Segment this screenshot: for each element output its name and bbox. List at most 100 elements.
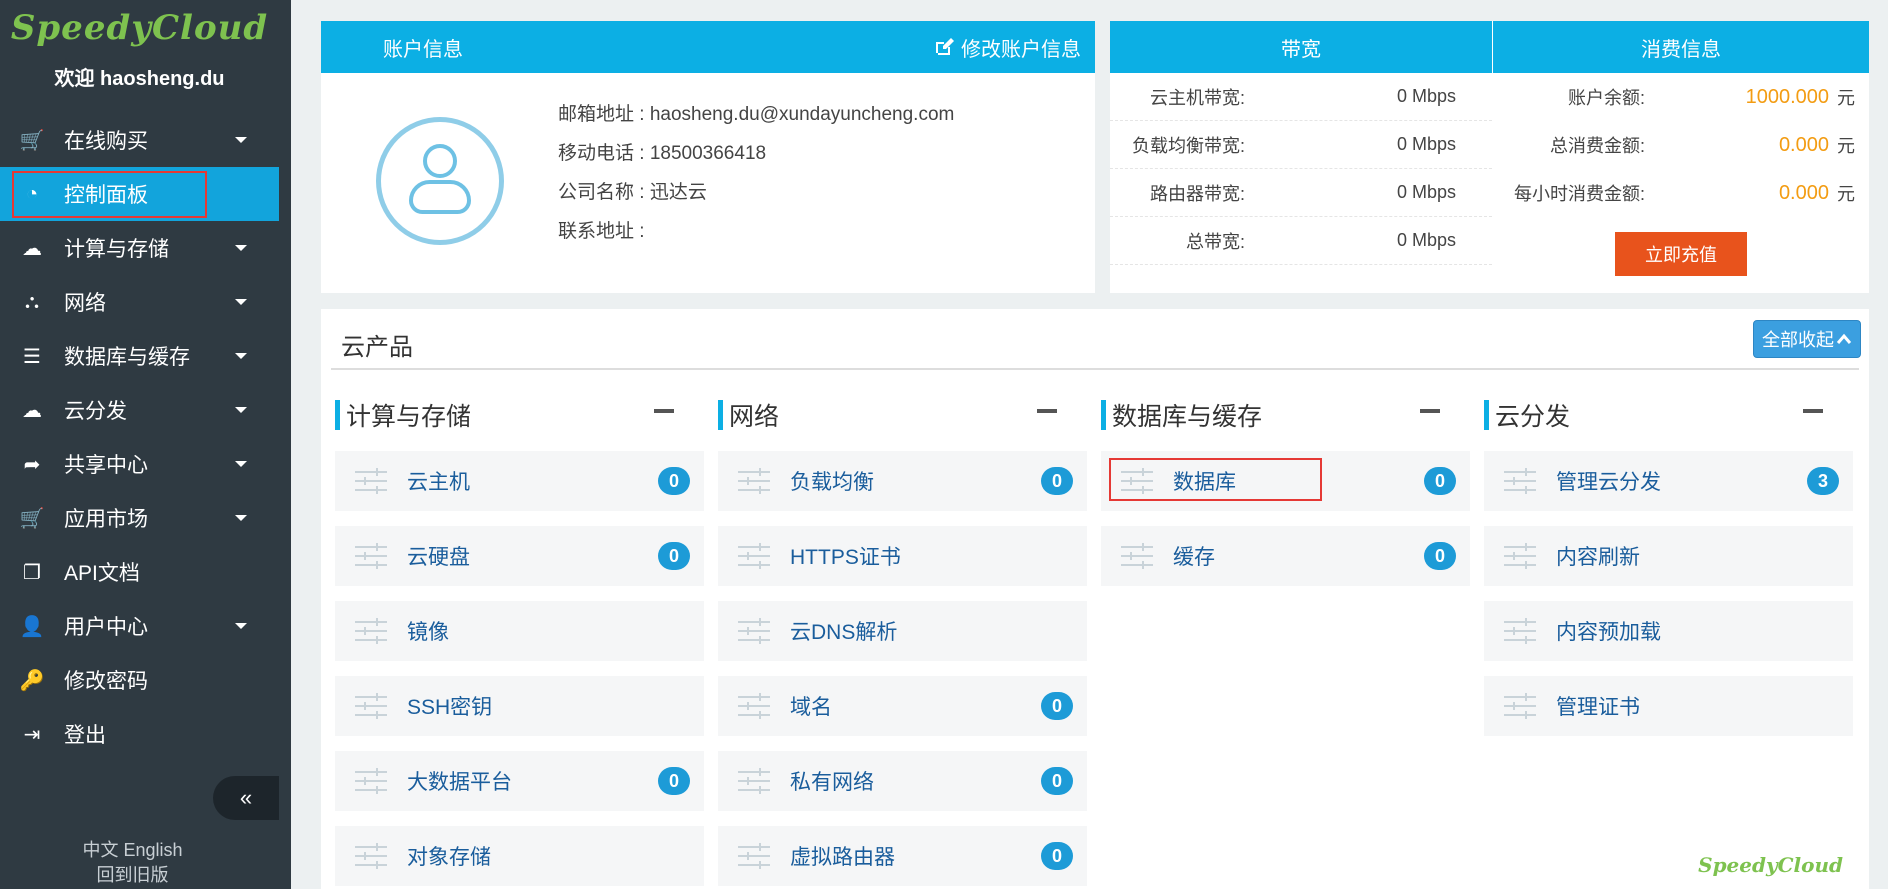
language-switch[interactable]: 中文 English	[0, 836, 265, 862]
sidebar-item-7[interactable]: 🛒 应用市场	[0, 491, 279, 545]
sliders-icon	[718, 467, 790, 495]
product-item[interactable]: 镜像	[335, 601, 704, 661]
account-info-panel: 账户信息 修改账户信息 邮箱地址 : haosheng.du@xundayunc…	[321, 21, 1095, 293]
product-item[interactable]: HTTPS证书	[718, 526, 1087, 586]
count-badge: 0	[1041, 767, 1073, 795]
billing-header: 消费信息	[1493, 21, 1869, 73]
product-item-label: 云DNS解析	[790, 621, 898, 644]
account-address: 联系地址 :	[558, 221, 645, 242]
caret-down-icon	[235, 353, 247, 359]
sidebar-item-label: 修改密码	[64, 670, 148, 693]
account-email: 邮箱地址 : haosheng.du@xundayuncheng.com	[558, 104, 955, 125]
account-company: 公司名称 : 迅达云	[558, 182, 707, 203]
product-column-title: 计算与存储	[346, 403, 472, 431]
sidebar-item-6[interactable]: ➦ 共享中心	[0, 437, 279, 491]
product-column-header: 计算与存储	[335, 395, 704, 435]
column-accent-bar	[718, 400, 723, 430]
user-icon: 👤	[19, 615, 45, 638]
billing-amount: 1000.000	[1745, 85, 1829, 108]
billing-label: 每小时消费金额:	[1513, 184, 1645, 204]
edit-account-button[interactable]: 修改账户信息	[935, 33, 1081, 62]
sidebar-item-label: 应用市场	[64, 508, 148, 531]
caret-down-icon	[235, 515, 247, 521]
sidebar-item-2[interactable]: ☁ 计算与存储	[0, 221, 279, 275]
product-item[interactable]: 管理证书	[1484, 676, 1853, 736]
sidebar-item-4[interactable]: ☰ 数据库与缓存	[0, 329, 279, 383]
product-item[interactable]: 域名 0	[718, 676, 1087, 736]
collapse-minus-icon[interactable]	[1420, 409, 1440, 413]
product-item-label: 内容预加载	[1556, 621, 1661, 644]
billing-amount: 0.000	[1778, 181, 1829, 204]
sidebar-item-5[interactable]: ☁ 云分发	[0, 383, 279, 437]
product-item[interactable]: SSH密钥	[335, 676, 704, 736]
product-item-label: SSH密钥	[407, 696, 493, 719]
cloud-icon: ☁	[22, 237, 42, 260]
cloud-upload-icon: ☁	[22, 399, 42, 422]
bandwidth-title: 带宽	[1281, 38, 1321, 61]
bandwidth-row: 云主机带宽: 0 Mbps	[1110, 73, 1492, 121]
product-item[interactable]: 管理云分发 3	[1484, 451, 1853, 511]
sliders-icon	[335, 767, 407, 795]
bandwidth-value: 0 Mbps	[1396, 86, 1456, 106]
product-item[interactable]: 私有网络 0	[718, 751, 1087, 811]
column-accent-bar	[1484, 400, 1489, 430]
count-badge: 0	[1424, 467, 1456, 495]
caret-down-icon	[235, 461, 247, 467]
share-icon: ➦	[23, 453, 41, 476]
sidebar-item-0[interactable]: 🛒 在线购买	[0, 113, 279, 167]
collapse-minus-icon[interactable]	[1037, 409, 1057, 413]
sidebar-item-8[interactable]: ❐ API文档	[0, 545, 279, 599]
selection-highlight	[12, 171, 207, 218]
sliders-icon	[335, 617, 407, 645]
product-column-header: 云分发	[1484, 395, 1853, 435]
product-item[interactable]: 数据库 0	[1101, 451, 1470, 511]
product-column: 网络 负载均衡 0 HTTPS证书 云DNS解析 域名 0 私有网络 0 虚拟路由器 0	[718, 395, 1087, 886]
sidebar-item-11[interactable]: ⇥ 登出	[0, 707, 279, 761]
product-item[interactable]: 内容刷新	[1484, 526, 1853, 586]
docs-icon: ❐	[23, 561, 41, 584]
product-item[interactable]: 虚拟路由器 0	[718, 826, 1087, 886]
product-item[interactable]: 云硬盘 0	[335, 526, 704, 586]
count-badge: 0	[658, 542, 690, 570]
bandwidth-value: 0 Mbps	[1396, 134, 1456, 154]
sidebar-item-3[interactable]: ⛬ 网络	[0, 275, 279, 329]
user-avatar-icon	[376, 117, 504, 245]
caret-down-icon	[235, 623, 247, 629]
product-item-label: 大数据平台	[407, 771, 512, 794]
bandwidth-row: 负载均衡带宽: 0 Mbps	[1110, 121, 1492, 169]
sidebar-item-9[interactable]: 👤 用户中心	[0, 599, 279, 653]
account-info-title: 账户信息	[383, 38, 463, 61]
product-item[interactable]: 内容预加载	[1484, 601, 1853, 661]
collapse-all-button[interactable]: 全部收起	[1753, 320, 1861, 358]
product-item[interactable]: 云主机 0	[335, 451, 704, 511]
edit-icon	[936, 38, 954, 55]
sidebar-edge	[279, 0, 291, 889]
cart-icon: 🛒	[19, 129, 45, 152]
product-item[interactable]: 云DNS解析	[718, 601, 1087, 661]
product-item[interactable]: 对象存储	[335, 826, 704, 886]
products-divider	[331, 368, 1859, 370]
product-item-label: 缓存	[1173, 546, 1215, 569]
speedycloud-watermark-logo: SpeedyCloud	[1698, 853, 1843, 877]
sidebar-item-10[interactable]: 🔑 修改密码	[0, 653, 279, 707]
billing-unit: 元	[1837, 184, 1855, 204]
bandwidth-value: 0 Mbps	[1396, 182, 1456, 202]
collapse-minus-icon[interactable]	[654, 409, 674, 413]
sidebar-collapse-button[interactable]: «	[213, 776, 279, 820]
billing-title: 消费信息	[1641, 38, 1721, 61]
old-version-link[interactable]: 回到旧版	[0, 861, 265, 887]
product-item[interactable]: 负载均衡 0	[718, 451, 1087, 511]
product-item-label: 镜像	[407, 621, 449, 644]
bandwidth-value: 0 Mbps	[1396, 230, 1456, 250]
product-item-label: 负载均衡	[790, 471, 874, 494]
sidebar-item-label: 共享中心	[64, 454, 148, 477]
sliders-icon	[718, 617, 790, 645]
sidebar-item-1[interactable]: ◔ 控制面板	[0, 167, 279, 221]
sliders-icon	[1484, 692, 1556, 720]
recharge-button[interactable]: 立即充值	[1615, 232, 1747, 276]
collapse-minus-icon[interactable]	[1803, 409, 1823, 413]
bandwidth-panel: 带宽 云主机带宽: 0 Mbps 负载均衡带宽: 0 Mbps 路由器带宽: 0 Mbps…	[1110, 21, 1492, 293]
product-item[interactable]: 缓存 0	[1101, 526, 1470, 586]
sidebar: SpeedyCloud 欢迎 haosheng.du 🛒 在线购买 ◔ 控制面板 ☁ 计算…	[0, 0, 279, 889]
product-item[interactable]: 大数据平台 0	[335, 751, 704, 811]
